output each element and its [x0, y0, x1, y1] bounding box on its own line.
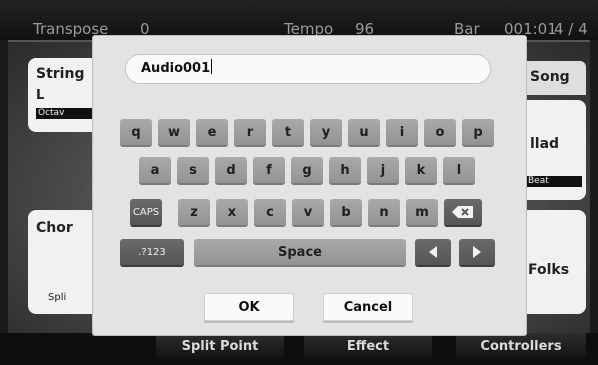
panel-string-title: String [36, 66, 85, 82]
key-f[interactable]: f [253, 157, 285, 183]
space-key[interactable]: Space [194, 239, 406, 265]
key-d[interactable]: d [215, 157, 247, 183]
name-input-value: Audio001 [141, 61, 211, 76]
key-l[interactable]: l [443, 157, 475, 183]
key-b[interactable]: b [330, 199, 362, 225]
backspace-key[interactable] [444, 199, 482, 225]
numeric-key[interactable]: .?123 [120, 239, 184, 265]
name-input[interactable]: Audio001 [125, 54, 491, 84]
key-x[interactable]: x [216, 199, 248, 225]
key-p[interactable]: p [462, 119, 494, 145]
key-j[interactable]: j [367, 157, 399, 183]
key-z[interactable]: z [178, 199, 210, 225]
key-t[interactable]: t [272, 119, 304, 145]
key-y[interactable]: y [310, 119, 342, 145]
key-m[interactable]: m [406, 199, 438, 225]
time-signature: 4 / 4 [554, 20, 588, 38]
panel-string-sub: L [36, 88, 45, 103]
caps-key[interactable]: CAPS [130, 199, 162, 225]
cancel-button[interactable]: Cancel [323, 293, 413, 321]
tab-effect[interactable]: Effect [304, 333, 432, 359]
backspace-icon [452, 206, 473, 218]
key-u[interactable]: u [348, 119, 380, 145]
key-c[interactable]: c [254, 199, 286, 225]
tab-split-point[interactable]: Split Point [156, 333, 284, 359]
key-a[interactable]: a [139, 157, 171, 183]
keyboard-dialog: Audio001 q w e r t y u i o p a s d f g h… [93, 36, 526, 335]
key-r[interactable]: r [234, 119, 266, 145]
panel-folks-title: Folks [528, 262, 570, 278]
arrow-left-icon [429, 246, 437, 258]
key-s[interactable]: s [177, 157, 209, 183]
text-caret [211, 59, 213, 74]
key-i[interactable]: i [386, 119, 418, 145]
panel-chord-sub: Spli [48, 292, 67, 303]
key-g[interactable]: g [291, 157, 323, 183]
key-w[interactable]: w [158, 119, 190, 145]
status-bar: Transpose 0 Tempo 96 Bar 001:01 4 / 4 [0, 0, 598, 40]
panel-ballad-box: Beat [526, 176, 582, 187]
arrow-right-key[interactable] [459, 239, 495, 265]
ok-button[interactable]: OK [204, 293, 294, 321]
key-n[interactable]: n [368, 199, 400, 225]
tab-controllers[interactable]: Controllers [456, 333, 586, 359]
tab-song-label: Song [530, 69, 570, 85]
key-o[interactable]: o [424, 119, 456, 145]
key-k[interactable]: k [405, 157, 437, 183]
panel-ballad-title: llad [530, 136, 560, 152]
arrow-right-icon [473, 246, 481, 258]
key-e[interactable]: e [196, 119, 228, 145]
key-v[interactable]: v [292, 199, 324, 225]
key-q[interactable]: q [120, 119, 152, 145]
arrow-left-key[interactable] [415, 239, 451, 265]
panel-chord-title: Chor [36, 220, 73, 236]
key-h[interactable]: h [329, 157, 361, 183]
